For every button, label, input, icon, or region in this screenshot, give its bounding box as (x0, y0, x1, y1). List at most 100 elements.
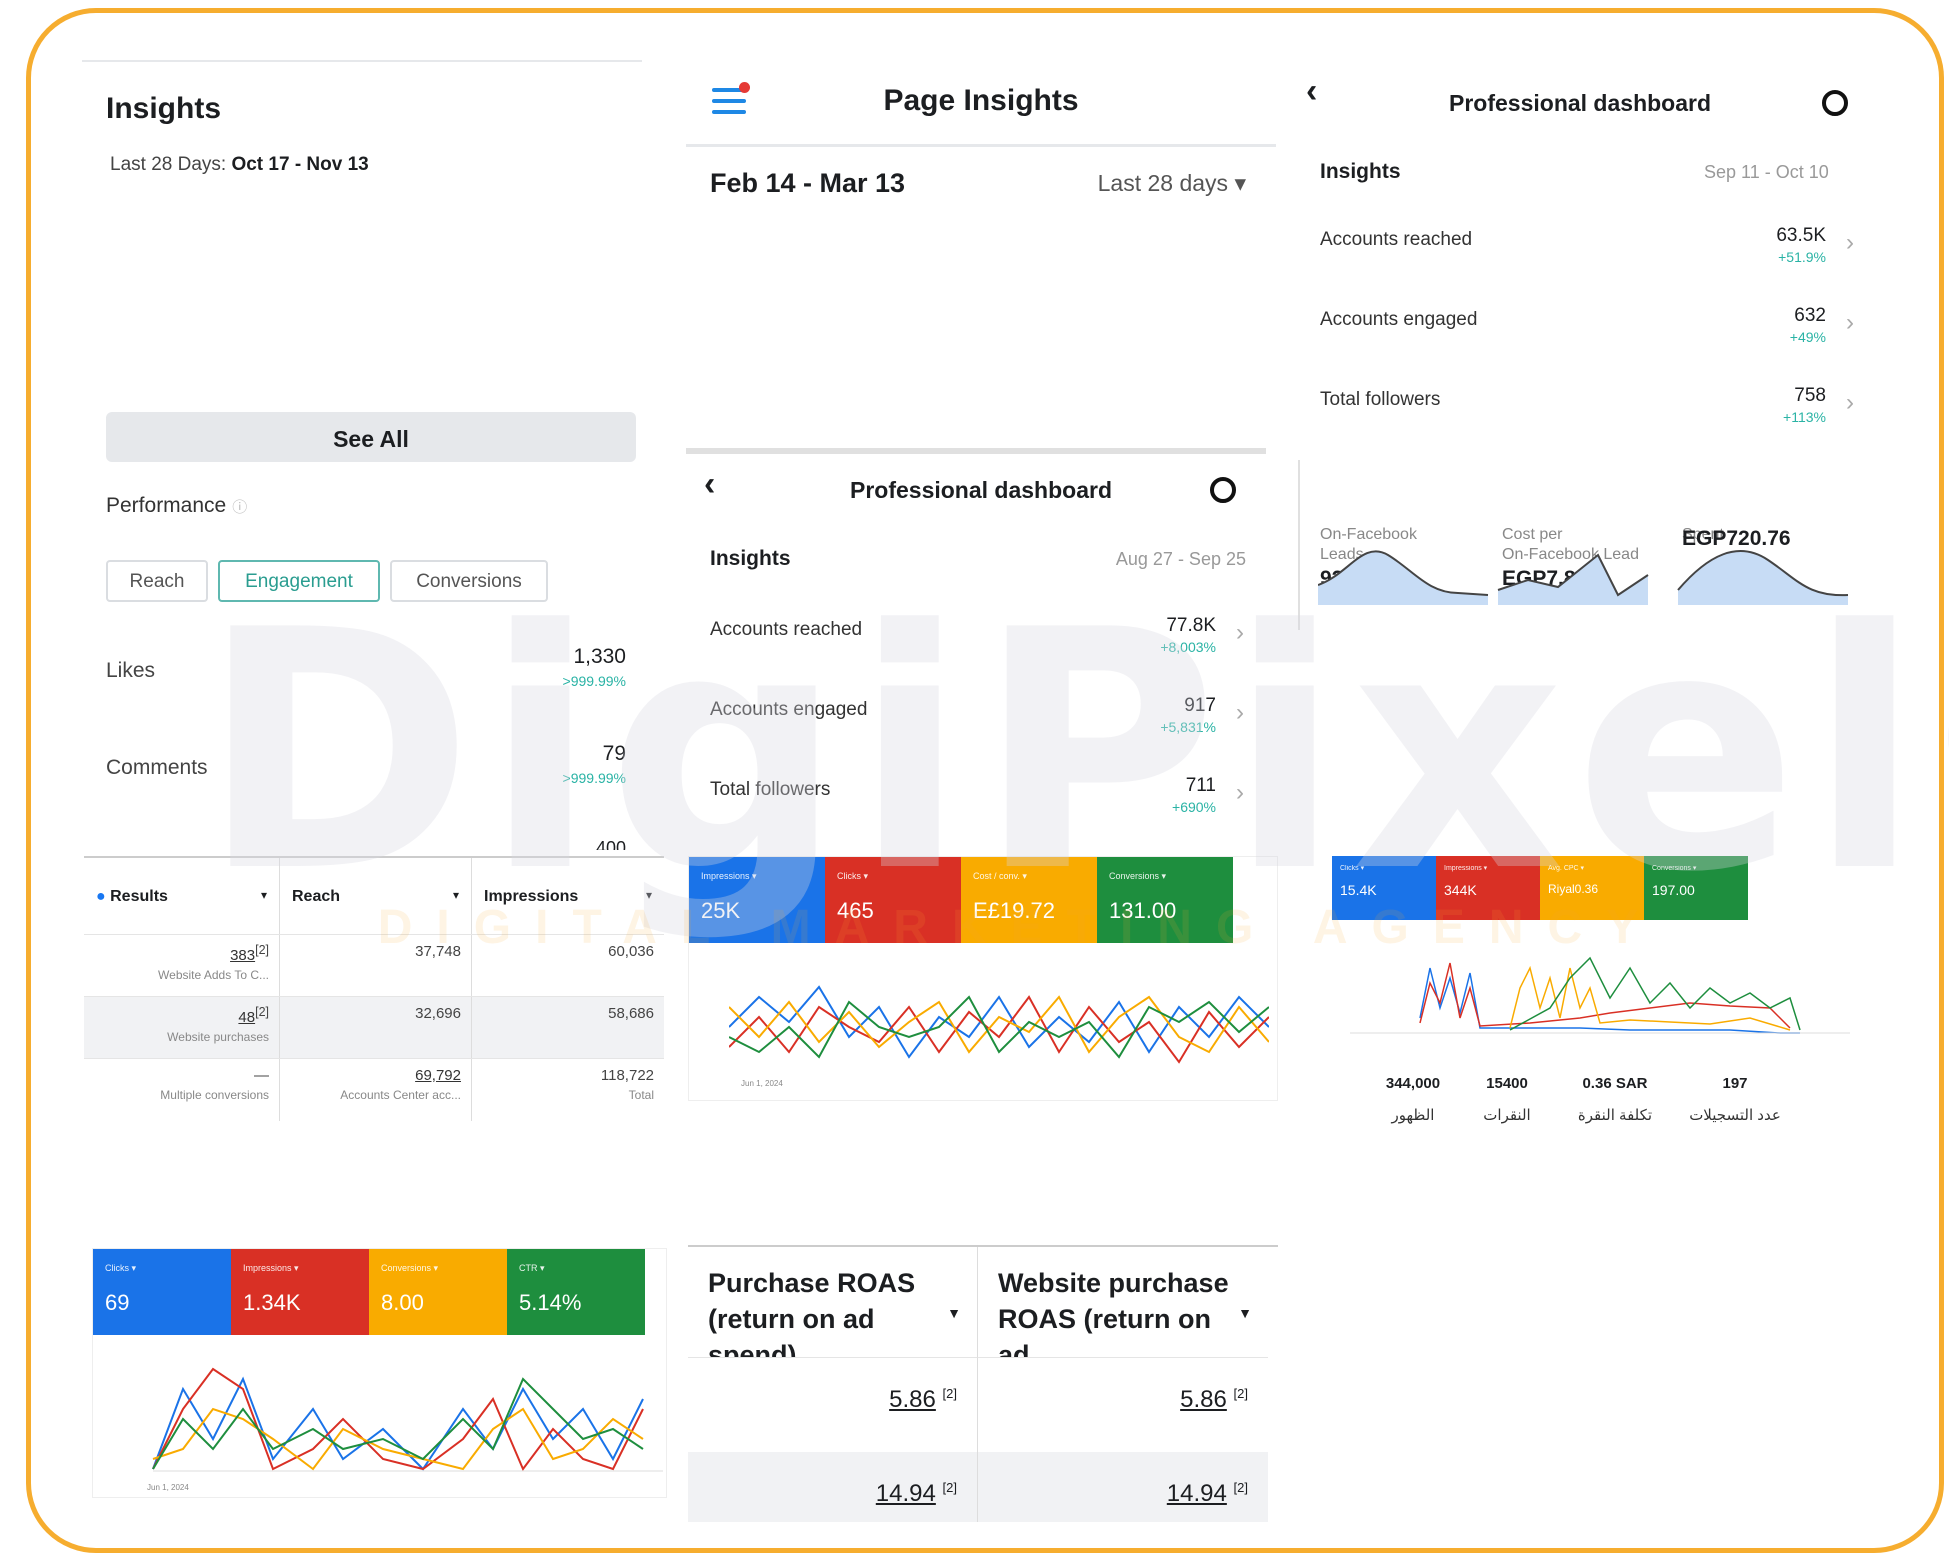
chevron-right-icon: › (1846, 389, 1854, 416)
tile-post-reach[interactable]: Post Reach 554K ▲247% (284, 200, 450, 382)
chevron-down-icon: ▾ (645, 888, 652, 902)
ads-chart-mid: Impressions ▾ 25K Clicks ▾ 465 Cost / conv… (688, 856, 1278, 1101)
series-line (152, 1377, 644, 1470)
stat-cost-per-click: 0.36 SAR تكلفة النقرة (1577, 1075, 1653, 1124)
header-impressions[interactable]: Impressions ▾ (472, 858, 664, 934)
tile-label: Post Reach (722, 245, 826, 267)
cell-impressions: 60,036 (608, 943, 654, 960)
see-all-button[interactable]: See All (106, 412, 636, 462)
metric-card-ctr[interactable]: CTR ▾ 5.14% (507, 1249, 645, 1335)
roas-table: Purchase ROAS (return on ad spend) ▼ Webs… (688, 1245, 1278, 1522)
tile-delta: ▲247% (296, 292, 353, 309)
sparkline-cost (1498, 555, 1648, 605)
divider (1298, 460, 1300, 630)
header-website-purchase-roas[interactable]: Website purchase ROAS (return on ad ▼ (978, 1247, 1268, 1357)
tile-label: New Page Likes (118, 215, 206, 260)
sparkline-leads (1318, 551, 1488, 605)
metric-card-conversions[interactable]: Conversions ▾ 197.00 (1644, 856, 1748, 920)
chevron-right-icon: › (1236, 699, 1244, 726)
gear-icon[interactable] (1822, 90, 1848, 116)
cell-impressions: 118,722 Total (600, 1067, 654, 1102)
tile-label: PostEngagements (902, 245, 1016, 315)
line-chart (729, 985, 1269, 1064)
insights-panel: Insights Last 28 Days: Oct 17 - Nov 13 N… (82, 60, 642, 462)
sparkline-spent (1678, 551, 1848, 605)
tab-reach[interactable]: Reach (106, 560, 208, 602)
row-total-followers[interactable]: Total followers 758 +113% › (1320, 385, 1860, 465)
header-results[interactable]: ● Results ▾ (84, 858, 280, 934)
tile-value: 2,115 (1082, 298, 1189, 347)
header-reach[interactable]: Reach ▾ (280, 858, 472, 934)
series-line (1419, 967, 1800, 1034)
metric-card-clicks[interactable]: Clicks ▾ 465 (825, 857, 961, 943)
insights-date-range: Last 28 Days: Oct 17 - Nov 13 (110, 154, 369, 175)
tile-new-page-likes[interactable]: New Page Likes 1353 ▲39% (106, 200, 274, 382)
metric-card-impressions[interactable]: Impressions ▾ 344K (1436, 856, 1540, 920)
row-accounts-engaged[interactable]: Accounts engaged 632 +49% › (1320, 305, 1860, 385)
stat-registrations: 197 عدد التسجيلات (1689, 1075, 1781, 1124)
cell-reach: 69,792 Accounts Center acc... (280, 1059, 472, 1121)
tile-new-page-likes[interactable]: New Page Likes 2,115 ▼1% (1070, 230, 1240, 426)
tile-value: 102K (472, 272, 557, 313)
chevron-down-icon: ▼ (947, 1305, 961, 1321)
metric-change: >999.99% (562, 770, 626, 786)
row-total-followers[interactable]: Total followers 711 +690% › (710, 775, 1250, 855)
sparklines (1318, 550, 1849, 605)
metric-row-comments: Comments 79 >999.99% (106, 742, 626, 802)
tile-delta: ▲39% (118, 316, 166, 333)
line-chart (152, 1367, 663, 1472)
date-range: Aug 27 - Sep 25 (1115, 549, 1246, 569)
tab-engagement[interactable]: Engagement (218, 560, 380, 602)
x-axis-label: Jun 1, 2024 (741, 1079, 783, 1088)
row-accounts-engaged[interactable]: Accounts engaged 917 +5,831% › (710, 695, 1250, 775)
table-row: — Multiple conversions 69,792 Accounts Cen… (84, 1058, 664, 1121)
dashboard-title: Professional dashboard (1449, 90, 1712, 116)
series-line (152, 1407, 644, 1471)
line-chart (1350, 956, 1850, 1034)
tile-label: Post Reach (296, 215, 395, 236)
metric-card-avg-cpc[interactable]: Avg. CPC ▾ Riyal0.36 (1540, 856, 1644, 920)
tile-value: 554K (296, 248, 381, 289)
cell-reach: 32,696 (280, 997, 472, 1059)
table-row: 48[2] Website purchases 32,696 58,686 (84, 996, 664, 1059)
professional-dashboard-mid: ‹ Professional dashboard Insights Aug 27… (686, 455, 1276, 855)
back-chevron-icon[interactable]: ‹ (1306, 72, 1317, 111)
date-range: Sep 11 - Oct 10 (1704, 162, 1829, 182)
chevron-right-icon: › (1236, 779, 1244, 806)
metric-card-conversions[interactable]: Conversions ▾ 8.00 (369, 1249, 507, 1335)
metric-card-cost-per-conv[interactable]: Cost / conv. ▾ E£19.72 (961, 857, 1097, 943)
stat-clicks: 15400 النقرات (1483, 1075, 1531, 1124)
period-dropdown[interactable]: Last 28 days ▾ (1098, 170, 1246, 197)
tab-conversions[interactable]: Conversions (390, 560, 548, 602)
row-accounts-reached[interactable]: Accounts reached 77.8K +8,003% › (710, 615, 1250, 695)
cell-results: 383[2] Website Adds To C... (84, 935, 280, 997)
metric-card-clicks[interactable]: Clicks ▾ 69 (93, 1249, 231, 1335)
chevron-down-icon: ▼ (1238, 1305, 1252, 1321)
tile-post-engagements[interactable]: Post Engagement s 2,133 ▲45% (890, 230, 1060, 426)
cell-website-purchase-roas: 14.94 [2] (978, 1452, 1268, 1522)
metric-label: Comments (106, 756, 208, 779)
metric-card-conversions[interactable]: Conversions ▾ 131.00 (1097, 857, 1233, 943)
cell-impressions: 58,686 (608, 1005, 654, 1022)
metric-change: >999.99% (562, 673, 626, 689)
tile-post-engagements[interactable]: Post Engagements 102K ▲112% (460, 200, 628, 382)
chevron-down-icon: ▾ (260, 888, 267, 902)
ads-chart-bottom: Clicks ▾ 69 Impressions ▾ 1.34K Conversion… (92, 1248, 667, 1498)
metric-card-impressions[interactable]: Impressions ▾ 1.34K (231, 1249, 369, 1335)
row-accounts-reached[interactable]: Accounts reached 63.5K +51.9% › (1320, 225, 1860, 305)
gear-icon[interactable] (1210, 477, 1236, 503)
info-icon[interactable]: ⓘ (232, 499, 247, 516)
performance-title: Performance ⓘ (106, 494, 248, 517)
cell-website-purchase-roas: 5.86 [2] (978, 1357, 1268, 1452)
tile-delta: ▲74% (722, 350, 782, 372)
info-icon: ● (96, 888, 106, 905)
tile-post-reach[interactable]: Post Reach 9,223 ▲74% (710, 230, 880, 426)
metric-card-impressions[interactable]: Impressions ▾ 25K (689, 857, 825, 943)
metric-card-clicks[interactable]: Clicks ▾ 15.4K (1332, 856, 1436, 920)
performance-panel: Performance ⓘ Reach Engagement Conversion… (82, 470, 642, 850)
page-insights-panel: Page Insights Feb 14 - Mar 13 Last 28 da… (686, 60, 1276, 455)
cell-results: 48[2] Website purchases (84, 997, 280, 1059)
chevron-right-icon: › (1846, 229, 1854, 256)
header-purchase-roas[interactable]: Purchase ROAS (return on ad spend) ▼ (688, 1247, 978, 1357)
chevron-down-icon: ▾ (452, 888, 459, 902)
